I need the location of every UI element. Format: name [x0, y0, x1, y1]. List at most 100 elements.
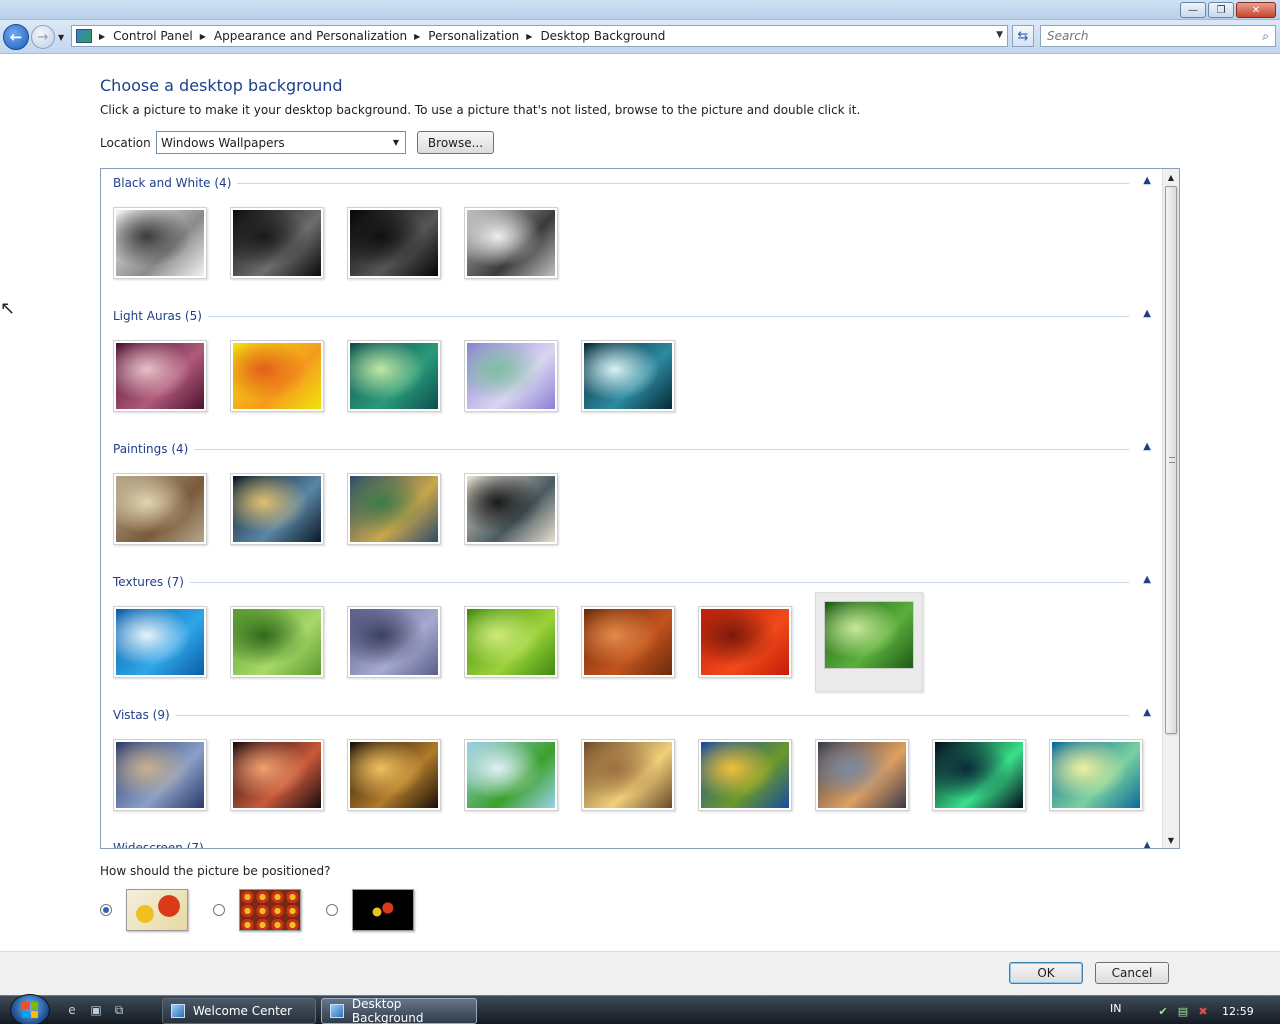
refresh-button[interactable]: ⇆ — [1012, 25, 1034, 47]
wallpaper-thumbnail-texture-3[interactable] — [347, 606, 441, 678]
group-title[interactable]: Vistas (9) — [113, 708, 176, 722]
wallpaper-thumbnail-painting-3[interactable] — [347, 473, 441, 545]
fit-radio[interactable] — [100, 904, 112, 916]
wallpaper-thumbnail-painting-4[interactable] — [464, 473, 558, 545]
security-icon[interactable]: ✔ — [1156, 1004, 1170, 1018]
wallpaper-thumbnail-bw-3[interactable] — [347, 207, 441, 279]
wallpaper-thumbnail-aura-2[interactable] — [230, 340, 324, 412]
search-icon[interactable]: ⌕ — [1262, 29, 1269, 44]
wallpaper-thumbnail-bw-1[interactable] — [113, 207, 207, 279]
show-desktop-icon[interactable]: ▣ — [88, 1003, 104, 1017]
tile-preview-image[interactable] — [239, 889, 301, 931]
group-title[interactable]: Black and White (4) — [113, 176, 238, 190]
forward-button[interactable]: → — [31, 25, 55, 49]
center-preview-image[interactable] — [352, 889, 414, 931]
breadcrumb-separator-icon[interactable]: ▶ — [414, 32, 420, 41]
wallpaper-thumbnail-vista-5[interactable] — [581, 739, 675, 811]
tile-radio[interactable] — [213, 904, 225, 916]
scroll-down-icon[interactable]: ▼ — [1163, 832, 1179, 848]
wallpaper-thumbnail-texture-6[interactable] — [698, 606, 792, 678]
vertical-scrollbar[interactable]: ▲ ▼ — [1162, 169, 1179, 848]
wallpaper-thumbnail-texture-5[interactable] — [581, 606, 675, 678]
switch-windows-icon[interactable]: ⧉ — [111, 1003, 127, 1017]
ok-button[interactable]: OK — [1009, 962, 1083, 984]
scrollbar-thumb[interactable] — [1165, 186, 1177, 734]
center-radio[interactable] — [326, 904, 338, 916]
address-dropdown-icon[interactable]: ▼ — [996, 30, 1003, 40]
group-header[interactable]: Light Auras (5) ▲ — [113, 306, 1153, 326]
wallpaper-thumbnail-bw-2[interactable] — [230, 207, 324, 279]
breadcrumb-separator-icon[interactable]: ▶ — [200, 32, 206, 41]
collapse-icon[interactable]: ▲ — [1143, 840, 1151, 848]
cancel-button[interactable]: Cancel — [1095, 962, 1169, 984]
address-bar[interactable]: ▶ Control Panel ▶ Appearance and Persona… — [71, 25, 1008, 47]
group-header[interactable]: Paintings (4) ▲ — [113, 439, 1153, 459]
collapse-icon[interactable]: ▲ — [1143, 175, 1151, 186]
scroll-up-icon[interactable]: ▲ — [1163, 169, 1179, 185]
chevron-down-icon[interactable]: ▼ — [387, 132, 405, 153]
group-header[interactable]: Textures (7) ▲ — [113, 572, 1153, 592]
volume-muted-icon[interactable]: ✖ — [1196, 1004, 1210, 1018]
fit-preview-image[interactable] — [126, 889, 188, 931]
location-label: Location — [100, 136, 151, 150]
wallpaper-thumbnail-bw-4[interactable] — [464, 207, 558, 279]
start-button[interactable] — [10, 994, 50, 1024]
wallpaper-thumbnail-painting-1[interactable] — [113, 473, 207, 545]
wallpaper-thumbnail-texture-7[interactable] — [815, 592, 923, 692]
close-button[interactable]: ✕ — [1236, 2, 1276, 18]
position-option-center[interactable] — [326, 889, 414, 931]
position-option-tile[interactable] — [213, 889, 301, 931]
group-title[interactable]: Paintings (4) — [113, 442, 195, 456]
wallpaper-gallery: Black and White (4) ▲ Light Auras (5) ▲ Pain… — [100, 168, 1180, 849]
breadcrumb-appearance[interactable]: Appearance and Personalization — [214, 29, 407, 43]
wallpaper-thumbnail-texture-1[interactable] — [113, 606, 207, 678]
internet-explorer-icon[interactable]: e — [64, 1003, 80, 1017]
collapse-icon[interactable]: ▲ — [1143, 441, 1151, 452]
wallpaper-thumbnail-painting-2[interactable] — [230, 473, 324, 545]
maximize-button[interactable]: ❐ — [1208, 2, 1234, 18]
wallpaper-thumbnail-vista-2[interactable] — [230, 739, 324, 811]
group-header[interactable]: Vistas (9) ▲ — [113, 705, 1153, 725]
wallpaper-thumbnail-aura-1[interactable] — [113, 340, 207, 412]
wallpaper-image — [350, 476, 438, 542]
collapse-icon[interactable]: ▲ — [1143, 707, 1151, 718]
collapse-icon[interactable]: ▲ — [1143, 574, 1151, 585]
recent-pages-dropdown-icon[interactable]: ▼ — [58, 33, 64, 42]
collapse-icon[interactable]: ▲ — [1143, 308, 1151, 319]
wallpaper-image — [467, 609, 555, 675]
wallpaper-thumbnail-vista-4[interactable] — [464, 739, 558, 811]
browse-button[interactable]: Browse... — [417, 131, 494, 154]
group-title[interactable]: Light Auras (5) — [113, 309, 208, 323]
search-input[interactable] — [1041, 26, 1241, 46]
wallpaper-thumbnail-vista-8[interactable] — [932, 739, 1026, 811]
breadcrumb-separator-icon[interactable]: ▶ — [99, 32, 105, 41]
wallpaper-thumbnail-vista-9[interactable] — [1049, 739, 1143, 811]
wallpaper-thumbnail-vista-3[interactable] — [347, 739, 441, 811]
group-header[interactable]: Black and White (4) ▲ — [113, 173, 1153, 193]
language-indicator[interactable]: IN — [1110, 1002, 1121, 1015]
breadcrumb-desktop-background[interactable]: Desktop Background — [540, 29, 665, 43]
wallpaper-thumbnail-texture-2[interactable] — [230, 606, 324, 678]
location-select[interactable]: Windows Wallpapers ▼ — [156, 131, 406, 154]
group-title[interactable]: Textures (7) — [113, 575, 190, 589]
taskbar: e ▣ ⧉ Welcome Center Desktop Background … — [0, 994, 1280, 1024]
breadcrumb-separator-icon[interactable]: ▶ — [526, 32, 532, 41]
wallpaper-thumbnail-aura-5[interactable] — [581, 340, 675, 412]
wallpaper-thumbnail-vista-7[interactable] — [815, 739, 909, 811]
taskbar-button-welcome-center[interactable]: Welcome Center — [162, 998, 316, 1024]
back-button[interactable]: ← — [3, 24, 29, 50]
position-option-fit[interactable] — [100, 889, 188, 931]
clock[interactable]: 12:59 — [1222, 1005, 1254, 1018]
wallpaper-thumbnail-aura-3[interactable] — [347, 340, 441, 412]
breadcrumb-control-panel[interactable]: Control Panel — [113, 29, 193, 43]
group-header[interactable]: Widescreen (7) ▲ — [113, 838, 1153, 848]
wallpaper-thumbnail-vista-6[interactable] — [698, 739, 792, 811]
wallpaper-thumbnail-vista-1[interactable] — [113, 739, 207, 811]
breadcrumb-personalization[interactable]: Personalization — [428, 29, 519, 43]
network-icon[interactable]: ▤ — [1176, 1004, 1190, 1018]
taskbar-button-desktop-background[interactable]: Desktop Background — [321, 997, 477, 1024]
wallpaper-thumbnail-aura-4[interactable] — [464, 340, 558, 412]
minimize-button[interactable]: — — [1180, 2, 1206, 18]
wallpaper-thumbnail-texture-4[interactable] — [464, 606, 558, 678]
group-title[interactable]: Widescreen (7) — [113, 841, 210, 848]
